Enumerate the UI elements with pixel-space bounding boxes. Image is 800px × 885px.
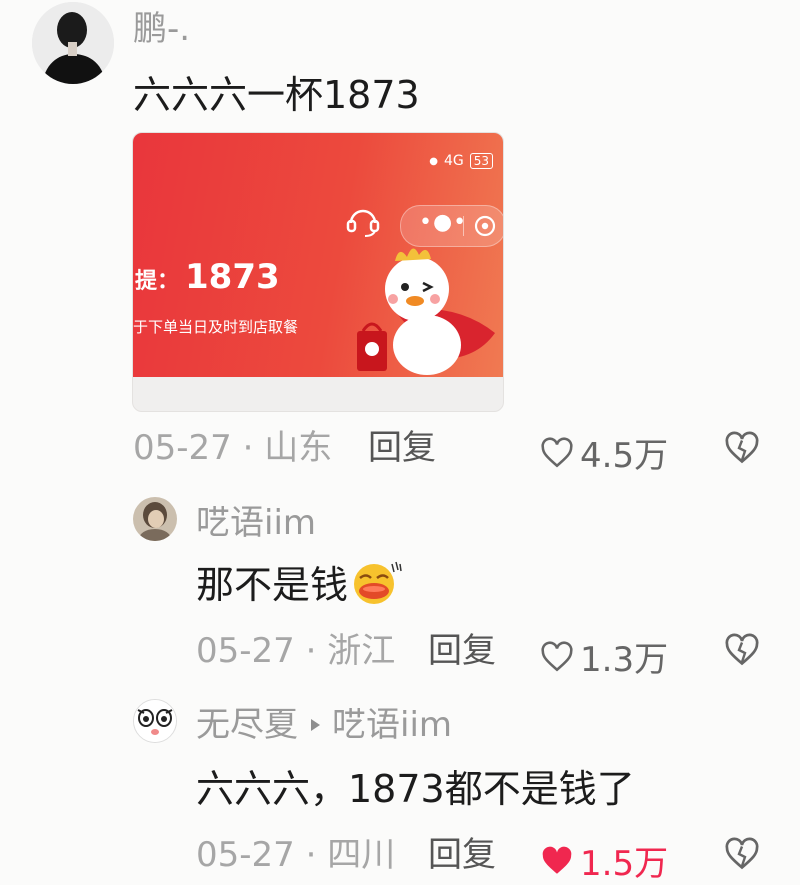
pickup-code: 1873 [185, 257, 280, 297]
meta-separator: · [242, 428, 265, 468]
reply-button[interactable]: 回复 [368, 431, 436, 465]
avatar-cartoon-face-icon [134, 700, 176, 742]
comment-image-attachment[interactable]: ● 4G 53 •●• 提： 1873 于下单当日及时到店取餐 [132, 132, 504, 412]
pickup-code-row: 提： 1873 [135, 257, 280, 297]
comment-meta: 05-27 · 山东 [133, 431, 332, 465]
reply-to-username[interactable]: 呓语iim [332, 708, 452, 742]
avatar-yiyu[interactable] [133, 497, 177, 541]
pickup-label: 提： [135, 269, 180, 294]
comment-username[interactable]: 鹏-. [133, 12, 190, 46]
reply-button[interactable]: 回复 [428, 634, 496, 668]
like-button[interactable]: 1.3万 [540, 632, 668, 681]
dislike-heart-icon[interactable] [724, 836, 760, 872]
comment-username[interactable]: 呓语iim [196, 506, 316, 540]
heart-icon [541, 640, 573, 671]
like-button[interactable]: 4.5万 [540, 428, 668, 477]
more-dots-icon: •●• [419, 210, 468, 235]
comment-location: 四川 [327, 835, 396, 875]
network-indicator: 4G [443, 153, 464, 169]
status-bar: ● 4G 53 [429, 153, 493, 169]
comment-date: 05-27 [196, 631, 295, 671]
comment-text: 六六六，1873都不是钱了 [196, 767, 635, 811]
like-count: 4.5万 [580, 436, 669, 476]
customer-service-icon [346, 209, 380, 237]
heart-filled-icon [542, 846, 572, 874]
dislike-heart-icon[interactable] [724, 430, 760, 466]
meta-separator: · [305, 835, 328, 875]
snowman-mascot-icon [357, 248, 495, 375]
comment-text: 那不是钱 [196, 561, 402, 607]
avatar-pengyi[interactable] [32, 2, 114, 84]
comment-username[interactable]: 无尽夏 [196, 708, 298, 742]
comment-text-content: 那不是钱 [196, 563, 349, 607]
like-count: 1.3万 [580, 640, 669, 680]
capsule-divider [463, 216, 464, 236]
like-button-active[interactable]: 1.5万 [540, 836, 668, 885]
avatar-wujinxia[interactable] [133, 699, 177, 743]
comment-meta: 05-27 · 四川 [196, 838, 395, 872]
reply-arrow-icon [311, 719, 320, 731]
dislike-heart-icon[interactable] [724, 632, 760, 668]
reply-button[interactable]: 回复 [428, 838, 496, 872]
emoji-laughing-icon [354, 561, 402, 604]
pickup-note: 于下单当日及时到店取餐 [133, 318, 299, 336]
avatar-portrait-icon [32, 2, 114, 84]
like-count: 1.5万 [580, 844, 669, 884]
order-screenshot: ● 4G 53 •●• 提： 1873 于下单当日及时到店取餐 [133, 133, 503, 377]
comment-date: 05-27 [133, 428, 232, 468]
battery-icon: 53 [469, 153, 493, 169]
comment-meta: 05-27 · 浙江 [196, 634, 395, 668]
avatar-photo-icon [133, 497, 177, 541]
comment-location: 浙江 [327, 631, 396, 671]
comment-location: 山东 [264, 428, 333, 468]
meta-separator: · [305, 631, 328, 671]
heart-icon [541, 436, 573, 467]
close-target-icon [474, 215, 496, 237]
comment-date: 05-27 [196, 835, 295, 875]
reply-header: 无尽夏 呓语iim [196, 708, 452, 742]
comment-text: 六六六一杯1873 [133, 73, 420, 117]
